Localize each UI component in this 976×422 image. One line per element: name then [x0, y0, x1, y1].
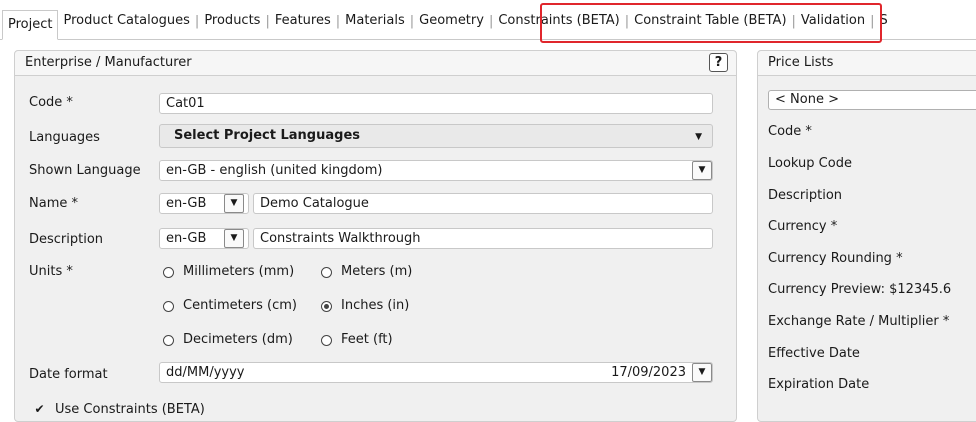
currency-label: Currency *	[768, 219, 838, 234]
description-language-select[interactable]: en-GB ▼	[159, 228, 249, 249]
code-label: Code *	[29, 95, 73, 110]
radio-centimeters-label: Centimeters (cm)	[183, 298, 297, 313]
shown-language-value: en-GB - english (united kingdom)	[166, 163, 383, 178]
radio-millimeters[interactable]	[163, 267, 174, 278]
radio-millimeters-label: Millimeters (mm)	[183, 264, 295, 279]
shown-language-label: Shown Language	[29, 163, 141, 178]
enterprise-panel: Enterprise / Manufacturer ? Code * Cat01…	[14, 50, 737, 422]
panel-header: Price Lists	[758, 51, 976, 76]
name-field[interactable]: Demo Catalogue	[253, 193, 713, 214]
shown-language-select[interactable]: en-GB - english (united kingdom) ▼	[159, 160, 713, 181]
price-lists-panel: Price Lists < None > Code * Lookup Code …	[757, 50, 976, 422]
select-project-languages-label: Select Project Languages	[174, 128, 360, 143]
chevron-down-icon: ▼	[695, 132, 702, 142]
radio-inches-label: Inches (in)	[341, 298, 410, 313]
tab-products[interactable]: Products	[199, 10, 265, 32]
radio-feet[interactable]	[321, 335, 332, 346]
date-format-field[interactable]: dd/MM/yyyy 17/09/2023 ▼	[159, 362, 713, 383]
effective-date-label: Effective Date	[768, 346, 860, 361]
currency-rounding-label: Currency Rounding *	[768, 251, 903, 266]
use-constraints-label: Use Constraints (BETA)	[55, 402, 205, 417]
radio-centimeters[interactable]	[163, 301, 174, 312]
date-format-label: Date format	[29, 367, 108, 382]
name-label: Name *	[29, 196, 78, 211]
tab-s[interactable]: S	[875, 10, 893, 32]
tab-validation[interactable]: Validation	[796, 10, 870, 32]
radio-feet-label: Feet (ft)	[341, 332, 393, 347]
tab-constraints-beta[interactable]: Constraints (BETA)	[493, 10, 624, 32]
currency-preview-label: Currency Preview: $12345.6	[768, 282, 952, 297]
chevron-down-icon[interactable]: ▼	[692, 363, 712, 382]
tab-product-catalogues[interactable]: Product Catalogues	[58, 10, 194, 32]
radio-meters[interactable]	[321, 267, 332, 278]
name-language-value: en-GB	[166, 196, 207, 211]
chevron-down-icon[interactable]: ▼	[692, 161, 712, 180]
expiration-date-label: Expiration Date	[768, 377, 870, 392]
description-label: Description	[29, 232, 104, 247]
radio-inches[interactable]	[321, 301, 332, 312]
select-project-languages-button[interactable]: Select Project Languages ▼	[159, 124, 713, 148]
chevron-down-icon[interactable]: ▼	[224, 229, 244, 248]
code-label: Code *	[768, 124, 812, 139]
description-field[interactable]: Constraints Walkthrough	[253, 228, 713, 249]
panel-header: Enterprise / Manufacturer ?	[15, 51, 736, 76]
date-format-value: dd/MM/yyyy	[166, 365, 245, 380]
use-constraints-checkbox[interactable]: ✔	[33, 403, 46, 416]
chevron-down-icon[interactable]: ▼	[224, 194, 244, 213]
lookup-code-label: Lookup Code	[768, 156, 852, 171]
description-language-value: en-GB	[166, 231, 207, 246]
help-button[interactable]: ?	[709, 53, 728, 72]
radio-decimeters-label: Decimeters (dm)	[183, 332, 293, 347]
radio-decimeters[interactable]	[163, 335, 174, 346]
units-label: Units *	[29, 264, 73, 279]
tab-constraint-table-beta[interactable]: Constraint Table (BETA)	[629, 10, 791, 32]
radio-meters-label: Meters (m)	[341, 264, 413, 279]
panel-title: Enterprise / Manufacturer	[25, 55, 192, 70]
description-label: Description	[768, 188, 843, 203]
exchange-rate-label: Exchange Rate / Multiplier *	[768, 314, 950, 329]
tab-bar: Project Product Catalogues | Products | …	[0, 0, 976, 43]
tab-materials[interactable]: Materials	[340, 10, 410, 32]
name-language-select[interactable]: en-GB ▼	[159, 193, 249, 214]
tab-features[interactable]: Features	[270, 10, 336, 32]
price-list-select[interactable]: < None >	[768, 90, 976, 110]
panel-title: Price Lists	[768, 55, 834, 70]
tab-geometry[interactable]: Geometry	[414, 10, 489, 32]
code-field[interactable]: Cat01	[159, 93, 713, 114]
date-preview: 17/09/2023	[611, 365, 686, 380]
tab-project[interactable]: Project	[2, 10, 59, 40]
languages-label: Languages	[29, 130, 100, 145]
